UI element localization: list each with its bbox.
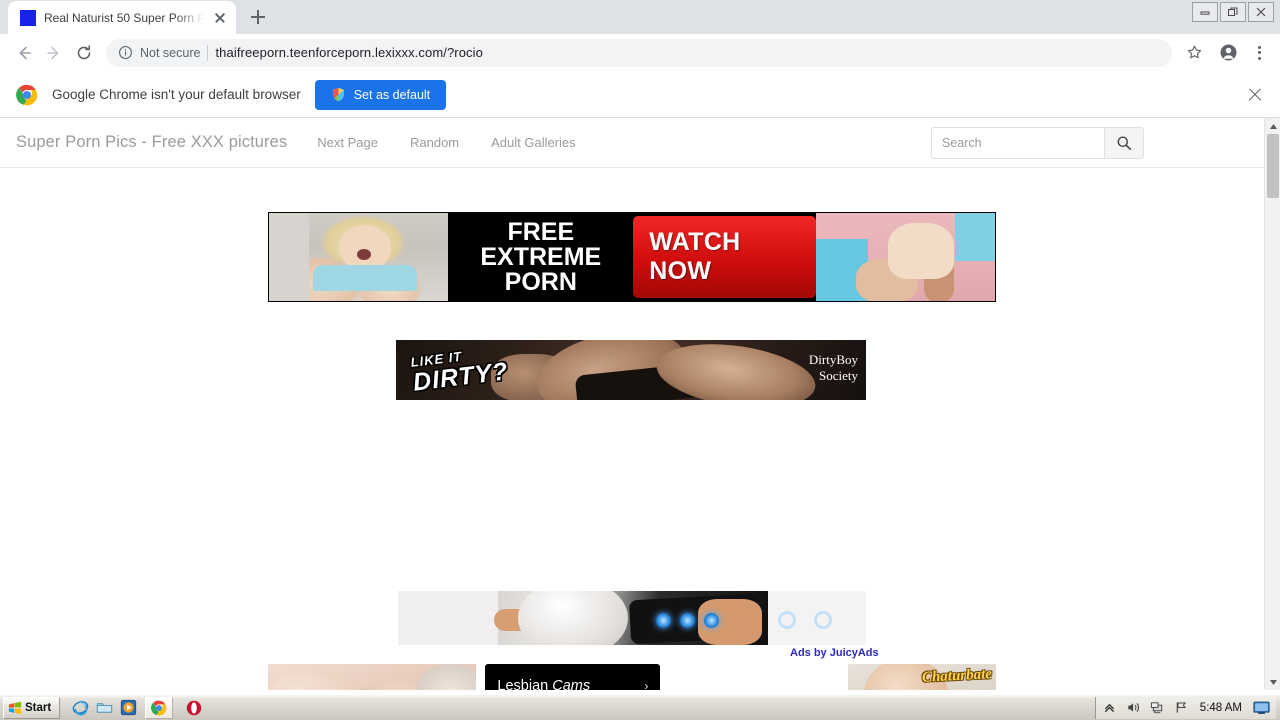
- windows-flag-icon: [8, 701, 22, 714]
- ad-text-block: FREE EXTREME PORN WATCH NOW: [448, 213, 816, 301]
- cam-label-italic: Cams: [552, 678, 591, 690]
- cams-ad-row: Play Game! Lesbian Cams › Babes Cams › B…: [268, 664, 996, 690]
- flag-icon[interactable]: [1174, 700, 1189, 715]
- tab-strip: Real Naturist 50 Super Porn Pics - Fr: [0, 0, 1280, 34]
- restore-button[interactable]: [1220, 2, 1246, 22]
- taskbar-clock[interactable]: 5:48 AM: [1200, 702, 1242, 714]
- chrome-icon: [151, 700, 167, 716]
- start-label: Start: [25, 701, 52, 714]
- show-hidden-chevron-icon[interactable]: [1102, 700, 1117, 715]
- nav-link-next-page[interactable]: Next Page: [317, 135, 378, 150]
- browser-toolbar: Not secure thaifreeporn.teenforceporn.le…: [0, 34, 1280, 72]
- url-text: thaifreeporn.teenforceporn.lexixxx.com/?…: [215, 45, 483, 60]
- site-nav: Next Page Random Adult Galleries: [317, 135, 575, 150]
- nav-link-adult-galleries[interactable]: Adult Galleries: [491, 135, 576, 150]
- shield-icon: [332, 87, 344, 102]
- account-icon[interactable]: [1214, 39, 1242, 67]
- info-circle-icon: [119, 46, 132, 59]
- chaturbate-ad[interactable]: Chaturbate ChatUrbate live 18 y.o. onlin…: [848, 664, 996, 690]
- ad-image-right: [815, 213, 995, 301]
- taskbar-item-chrome[interactable]: [145, 696, 174, 719]
- browser-tab[interactable]: Real Naturist 50 Super Porn Pics - Fr: [8, 1, 236, 34]
- web-page: Super Porn Pics - Free XXX pictures Next…: [0, 118, 1264, 690]
- folder-icon[interactable]: [96, 699, 113, 716]
- juicyads-credit[interactable]: Ads by JuicyAds: [790, 647, 879, 659]
- ad-line-3: PORN: [504, 267, 577, 296]
- back-arrow-icon[interactable]: [10, 39, 38, 67]
- vertical-scrollbar[interactable]: [1264, 118, 1280, 690]
- media-player-icon[interactable]: [120, 699, 137, 716]
- monitor-icon[interactable]: [1253, 701, 1270, 715]
- infobar-close-icon[interactable]: [1246, 86, 1264, 104]
- start-button[interactable]: Start: [3, 696, 61, 719]
- page-viewport: Super Porn Pics - Free XXX pictures Next…: [0, 118, 1280, 690]
- chevron-right-icon: ›: [644, 679, 649, 690]
- set-as-default-label: Set as default: [353, 87, 431, 102]
- infobar-message: Google Chrome isn't your default browser: [52, 87, 301, 102]
- scroll-down-arrow-icon[interactable]: [1265, 674, 1280, 690]
- favicon-icon: [20, 9, 36, 26]
- forward-arrow-icon[interactable]: [40, 39, 68, 67]
- star-icon[interactable]: [1180, 39, 1208, 67]
- tab-title: Real Naturist 50 Super Porn Pics - Fr: [44, 10, 204, 25]
- ad-line-1: FREE: [507, 217, 575, 246]
- ad-banner-dirtyboy[interactable]: LIKE IT DIRTY? DirtyBoy Society: [396, 340, 866, 400]
- volume-icon[interactable]: [1126, 700, 1141, 715]
- search-form: [931, 127, 1144, 159]
- window-controls: [1192, 2, 1274, 22]
- minimize-button[interactable]: [1192, 2, 1218, 22]
- default-browser-infobar: Google Chrome isn't your default browser…: [0, 72, 1280, 118]
- ad-image-left: [269, 213, 449, 301]
- scrollbar-thumb[interactable]: [1267, 134, 1279, 198]
- ad-brand-line2: Society: [819, 368, 858, 383]
- browser-window: Real Naturist 50 Super Porn Pics - Fr: [0, 0, 1280, 694]
- cam-button-lesbian[interactable]: Lesbian Cams ›: [485, 664, 661, 690]
- close-icon[interactable]: [212, 10, 228, 26]
- watch-now-button[interactable]: WATCH NOW: [633, 216, 816, 298]
- scroll-up-arrow-icon[interactable]: [1265, 118, 1280, 134]
- windows-taskbar: Start 5:48 AM: [0, 694, 1280, 720]
- play-game-ad[interactable]: Play Game!: [268, 664, 477, 690]
- network-icon[interactable]: [1150, 700, 1165, 715]
- site-header: Super Porn Pics - Free XXX pictures Next…: [0, 118, 1264, 168]
- search-input[interactable]: [931, 127, 1104, 159]
- taskbar-item-opera[interactable]: [181, 697, 207, 719]
- toolbar-actions: [1180, 39, 1270, 67]
- set-as-default-button[interactable]: Set as default: [314, 79, 447, 110]
- chaturbate-logo: Chaturbate: [921, 666, 993, 686]
- security-label: Not secure: [140, 45, 201, 60]
- cams-button-grid: Lesbian Cams › Babes Cams › Big Tits Cam…: [485, 664, 838, 690]
- ad-brand-line1: DirtyBoy: [808, 352, 858, 367]
- quick-launch-bar: [72, 699, 137, 716]
- cam-label-plain: Lesbian: [497, 678, 553, 690]
- ad-banner-juicyads[interactable]: [398, 591, 866, 645]
- internet-explorer-icon[interactable]: [72, 699, 89, 716]
- chrome-logo-icon: [16, 84, 38, 105]
- address-bar[interactable]: Not secure thaifreeporn.teenforceporn.le…: [106, 38, 1172, 67]
- site-brand[interactable]: Super Porn Pics - Free XXX pictures: [16, 133, 287, 152]
- three-dots-icon[interactable]: [1248, 42, 1270, 64]
- system-tray: 5:48 AM: [1094, 696, 1276, 719]
- close-button[interactable]: [1248, 2, 1274, 22]
- ad-banner-extreme-porn[interactable]: FREE EXTREME PORN WATCH NOW: [268, 212, 996, 302]
- nav-link-random[interactable]: Random: [410, 135, 459, 150]
- search-icon: [1117, 136, 1132, 151]
- divider: [207, 44, 209, 61]
- ad-line-2: EXTREME: [480, 242, 602, 271]
- ad-brand: DirtyBoy Society: [809, 352, 858, 384]
- new-tab-button[interactable]: [244, 3, 272, 31]
- reload-icon[interactable]: [70, 39, 98, 67]
- opera-icon: [187, 700, 202, 715]
- search-button[interactable]: [1104, 127, 1144, 159]
